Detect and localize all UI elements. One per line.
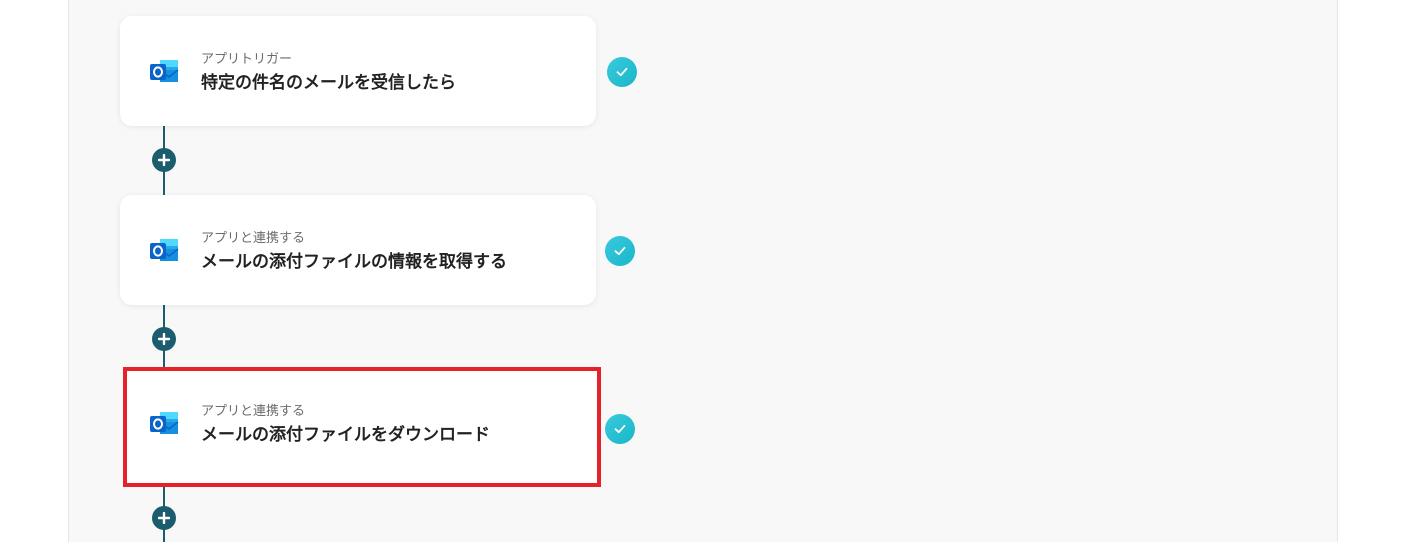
outlook-icon bbox=[150, 412, 179, 434]
step-complete-badge bbox=[605, 236, 635, 266]
plus-icon bbox=[158, 512, 170, 524]
plus-icon bbox=[158, 333, 170, 345]
step-complete-badge bbox=[607, 57, 637, 87]
add-step-button[interactable] bbox=[152, 327, 176, 351]
check-icon bbox=[614, 246, 626, 256]
step-title: メールの添付ファイルをダウンロード bbox=[201, 425, 490, 445]
flow-step-card[interactable]: アプリと連携する メールの添付ファイルの情報を取得する bbox=[120, 195, 596, 305]
check-icon bbox=[616, 67, 628, 77]
step-title: 特定の件名のメールを受信したら bbox=[201, 73, 456, 93]
outlook-icon bbox=[150, 239, 179, 261]
step-kind-label: アプリと連携する bbox=[201, 404, 306, 419]
flow-step-card[interactable]: アプリトリガー 特定の件名のメールを受信したら bbox=[120, 16, 596, 126]
check-icon bbox=[614, 424, 626, 434]
step-kind-label: アプリと連携する bbox=[201, 231, 306, 246]
plus-icon bbox=[158, 154, 170, 166]
flow-step-card-highlighted[interactable]: アプリと連携する メールの添付ファイルをダウンロード bbox=[123, 367, 601, 487]
outlook-icon bbox=[150, 60, 179, 82]
step-title: メールの添付ファイルの情報を取得する bbox=[201, 252, 507, 272]
step-kind-label: アプリトリガー bbox=[201, 52, 293, 67]
add-step-button[interactable] bbox=[152, 506, 176, 530]
step-complete-badge bbox=[605, 414, 635, 444]
add-step-button[interactable] bbox=[152, 148, 176, 172]
